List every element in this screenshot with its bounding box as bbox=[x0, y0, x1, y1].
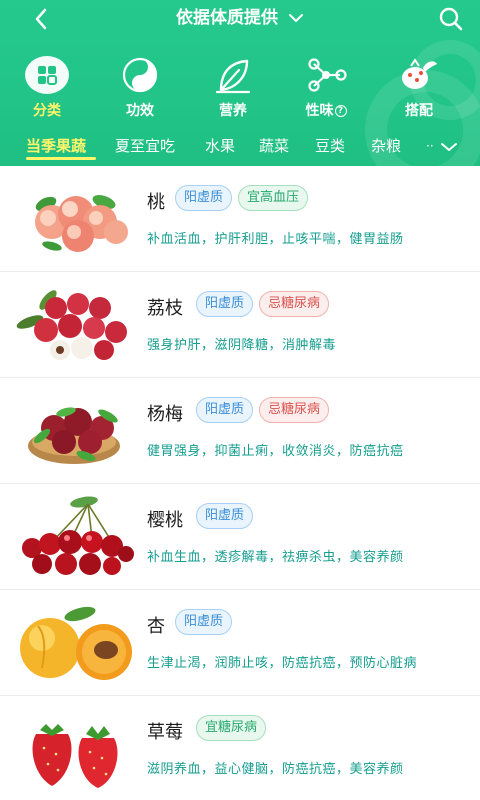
subtab-grains[interactable]: 杂粮 bbox=[371, 135, 401, 156]
expand-subtabs-button[interactable] bbox=[440, 139, 458, 153]
list-item[interactable]: 杏 阳虚质 生津止渴，润肺止咳，防癌抗癌，预防心脏病 bbox=[0, 590, 480, 696]
food-effects: 生津止渴，润肺止咳，防癌抗癌，预防心脏病 bbox=[147, 656, 418, 671]
vegetables-icon bbox=[397, 56, 441, 94]
constitution-tag: 阳虚质 bbox=[196, 503, 254, 529]
category-label: 性味? bbox=[286, 100, 366, 120]
food-effects: 补血生血，透疹解毒，祛痹杀虫，美容养颜 bbox=[147, 550, 404, 565]
active-tab-indicator bbox=[26, 157, 96, 160]
yin-yang-icon bbox=[118, 56, 162, 94]
title-dropdown[interactable]: 依据体质提供 bbox=[0, 6, 480, 30]
subtab-in-season[interactable]: 当季果蔬 bbox=[26, 135, 86, 156]
subtab-bar: 当季果蔬 夏至宜吃 水果 蔬菜 豆类 杂粮 ·· bbox=[0, 133, 480, 163]
list-item[interactable]: 桃 阳虚质 宜高血压 补血活血，护肝利胆，止咳平喘，健胃益肠 bbox=[0, 166, 480, 272]
constitution-tag: 阳虚质 bbox=[196, 397, 254, 423]
tag-group: 阳虚质 bbox=[196, 503, 254, 529]
food-effects: 补血活血，护肝利胆，止咳平喘，健胃益肠 bbox=[147, 232, 404, 247]
category-label: 分类 bbox=[33, 103, 61, 119]
more-indicator: ·· bbox=[426, 139, 434, 153]
tag-group: 阳虚质 忌糖尿病 bbox=[196, 291, 330, 317]
food-effects: 强身护肝，滋阴降糖，消肿解毒 bbox=[147, 338, 337, 353]
cherry-image bbox=[22, 496, 134, 575]
category-effect[interactable]: 功效 bbox=[100, 56, 180, 120]
food-name: 樱桃 bbox=[147, 510, 183, 531]
header: 依据体质提供 分类 功效 营养 性味 ? 搭配 当季果蔬 夏至宜吃 水果 蔬菜 … bbox=[0, 0, 480, 166]
constitution-tag: 阳虚质 bbox=[175, 185, 233, 211]
list-item[interactable]: 樱桃 阳虚质 补血生血，透疹解毒，祛痹杀虫，美容养颜 bbox=[0, 484, 480, 590]
grid-icon bbox=[25, 56, 69, 94]
category-label: 搭配 bbox=[405, 103, 433, 119]
tag-group: 阳虚质 宜高血压 bbox=[175, 185, 309, 211]
help-icon: ? bbox=[334, 105, 347, 117]
subtab-summer-solstice[interactable]: 夏至宜吃 bbox=[115, 135, 175, 156]
leaf-icon bbox=[211, 56, 255, 94]
constitution-tag: 阳虚质 bbox=[175, 609, 233, 635]
food-name: 桃 bbox=[147, 192, 165, 213]
avoid-tag: 忌糖尿病 bbox=[259, 397, 330, 423]
page-title: 依据体质提供 bbox=[176, 8, 279, 28]
chevron-down-icon bbox=[441, 143, 457, 151]
constitution-tag: 阳虚质 bbox=[196, 291, 254, 317]
suitable-tag: 宜糖尿病 bbox=[196, 715, 267, 741]
category-nutrition[interactable]: 营养 bbox=[193, 56, 273, 120]
suitable-tag: 宜高血压 bbox=[238, 185, 309, 211]
food-effects: 滋阴养血，益心健脑，防癌抗癌，美容养颜 bbox=[147, 762, 404, 777]
subtab-vegetable[interactable]: 蔬菜 bbox=[259, 135, 289, 156]
top-bar: 依据体质提供 bbox=[0, 0, 480, 38]
category-bar: 分类 功效 营养 性味? 搭配 bbox=[0, 56, 480, 122]
category-pairing[interactable]: 搭配 bbox=[379, 56, 459, 120]
avoid-tag: 忌糖尿病 bbox=[259, 291, 330, 317]
food-name: 杏 bbox=[147, 616, 165, 637]
subtab-fruit[interactable]: 水果 bbox=[205, 135, 235, 156]
food-effects: 健胃强身，抑菌止痢，收敛消炎，防癌抗癌 bbox=[147, 444, 404, 459]
lychee-image bbox=[16, 290, 127, 360]
food-name: 荔枝 bbox=[147, 298, 183, 319]
category-classify[interactable]: 分类 bbox=[7, 56, 87, 120]
category-taste[interactable]: 性味? bbox=[286, 56, 366, 120]
search-icon bbox=[439, 7, 463, 31]
tag-group: 阳虚质 忌糖尿病 bbox=[196, 397, 330, 423]
peach-image bbox=[35, 195, 128, 252]
search-button[interactable] bbox=[438, 6, 464, 32]
molecule-icon bbox=[304, 56, 348, 94]
list-item[interactable]: 草莓 宜糖尿病 滋阴养血，益心健脑，防癌抗癌，美容养颜 bbox=[0, 696, 480, 800]
chevron-down-icon bbox=[288, 14, 303, 22]
list-item[interactable]: 杨梅 阳虚质 忌糖尿病 健胃强身，抑菌止痢，收敛消炎，防癌抗癌 bbox=[0, 378, 480, 484]
list-item[interactable]: 荔枝 阳虚质 忌糖尿病 强身护肝，滋阴降糖，消肿解毒 bbox=[0, 272, 480, 378]
strawberry-image bbox=[32, 724, 118, 788]
category-label: 营养 bbox=[219, 103, 247, 119]
tag-group: 宜糖尿病 bbox=[196, 715, 267, 741]
category-label: 功效 bbox=[126, 103, 154, 119]
apricot-image bbox=[20, 606, 132, 680]
bayberry-image bbox=[28, 407, 120, 464]
food-name: 草莓 bbox=[147, 722, 183, 743]
food-name: 杨梅 bbox=[147, 404, 183, 425]
tag-group: 阳虚质 bbox=[175, 609, 233, 635]
subtab-beans[interactable]: 豆类 bbox=[315, 135, 345, 156]
